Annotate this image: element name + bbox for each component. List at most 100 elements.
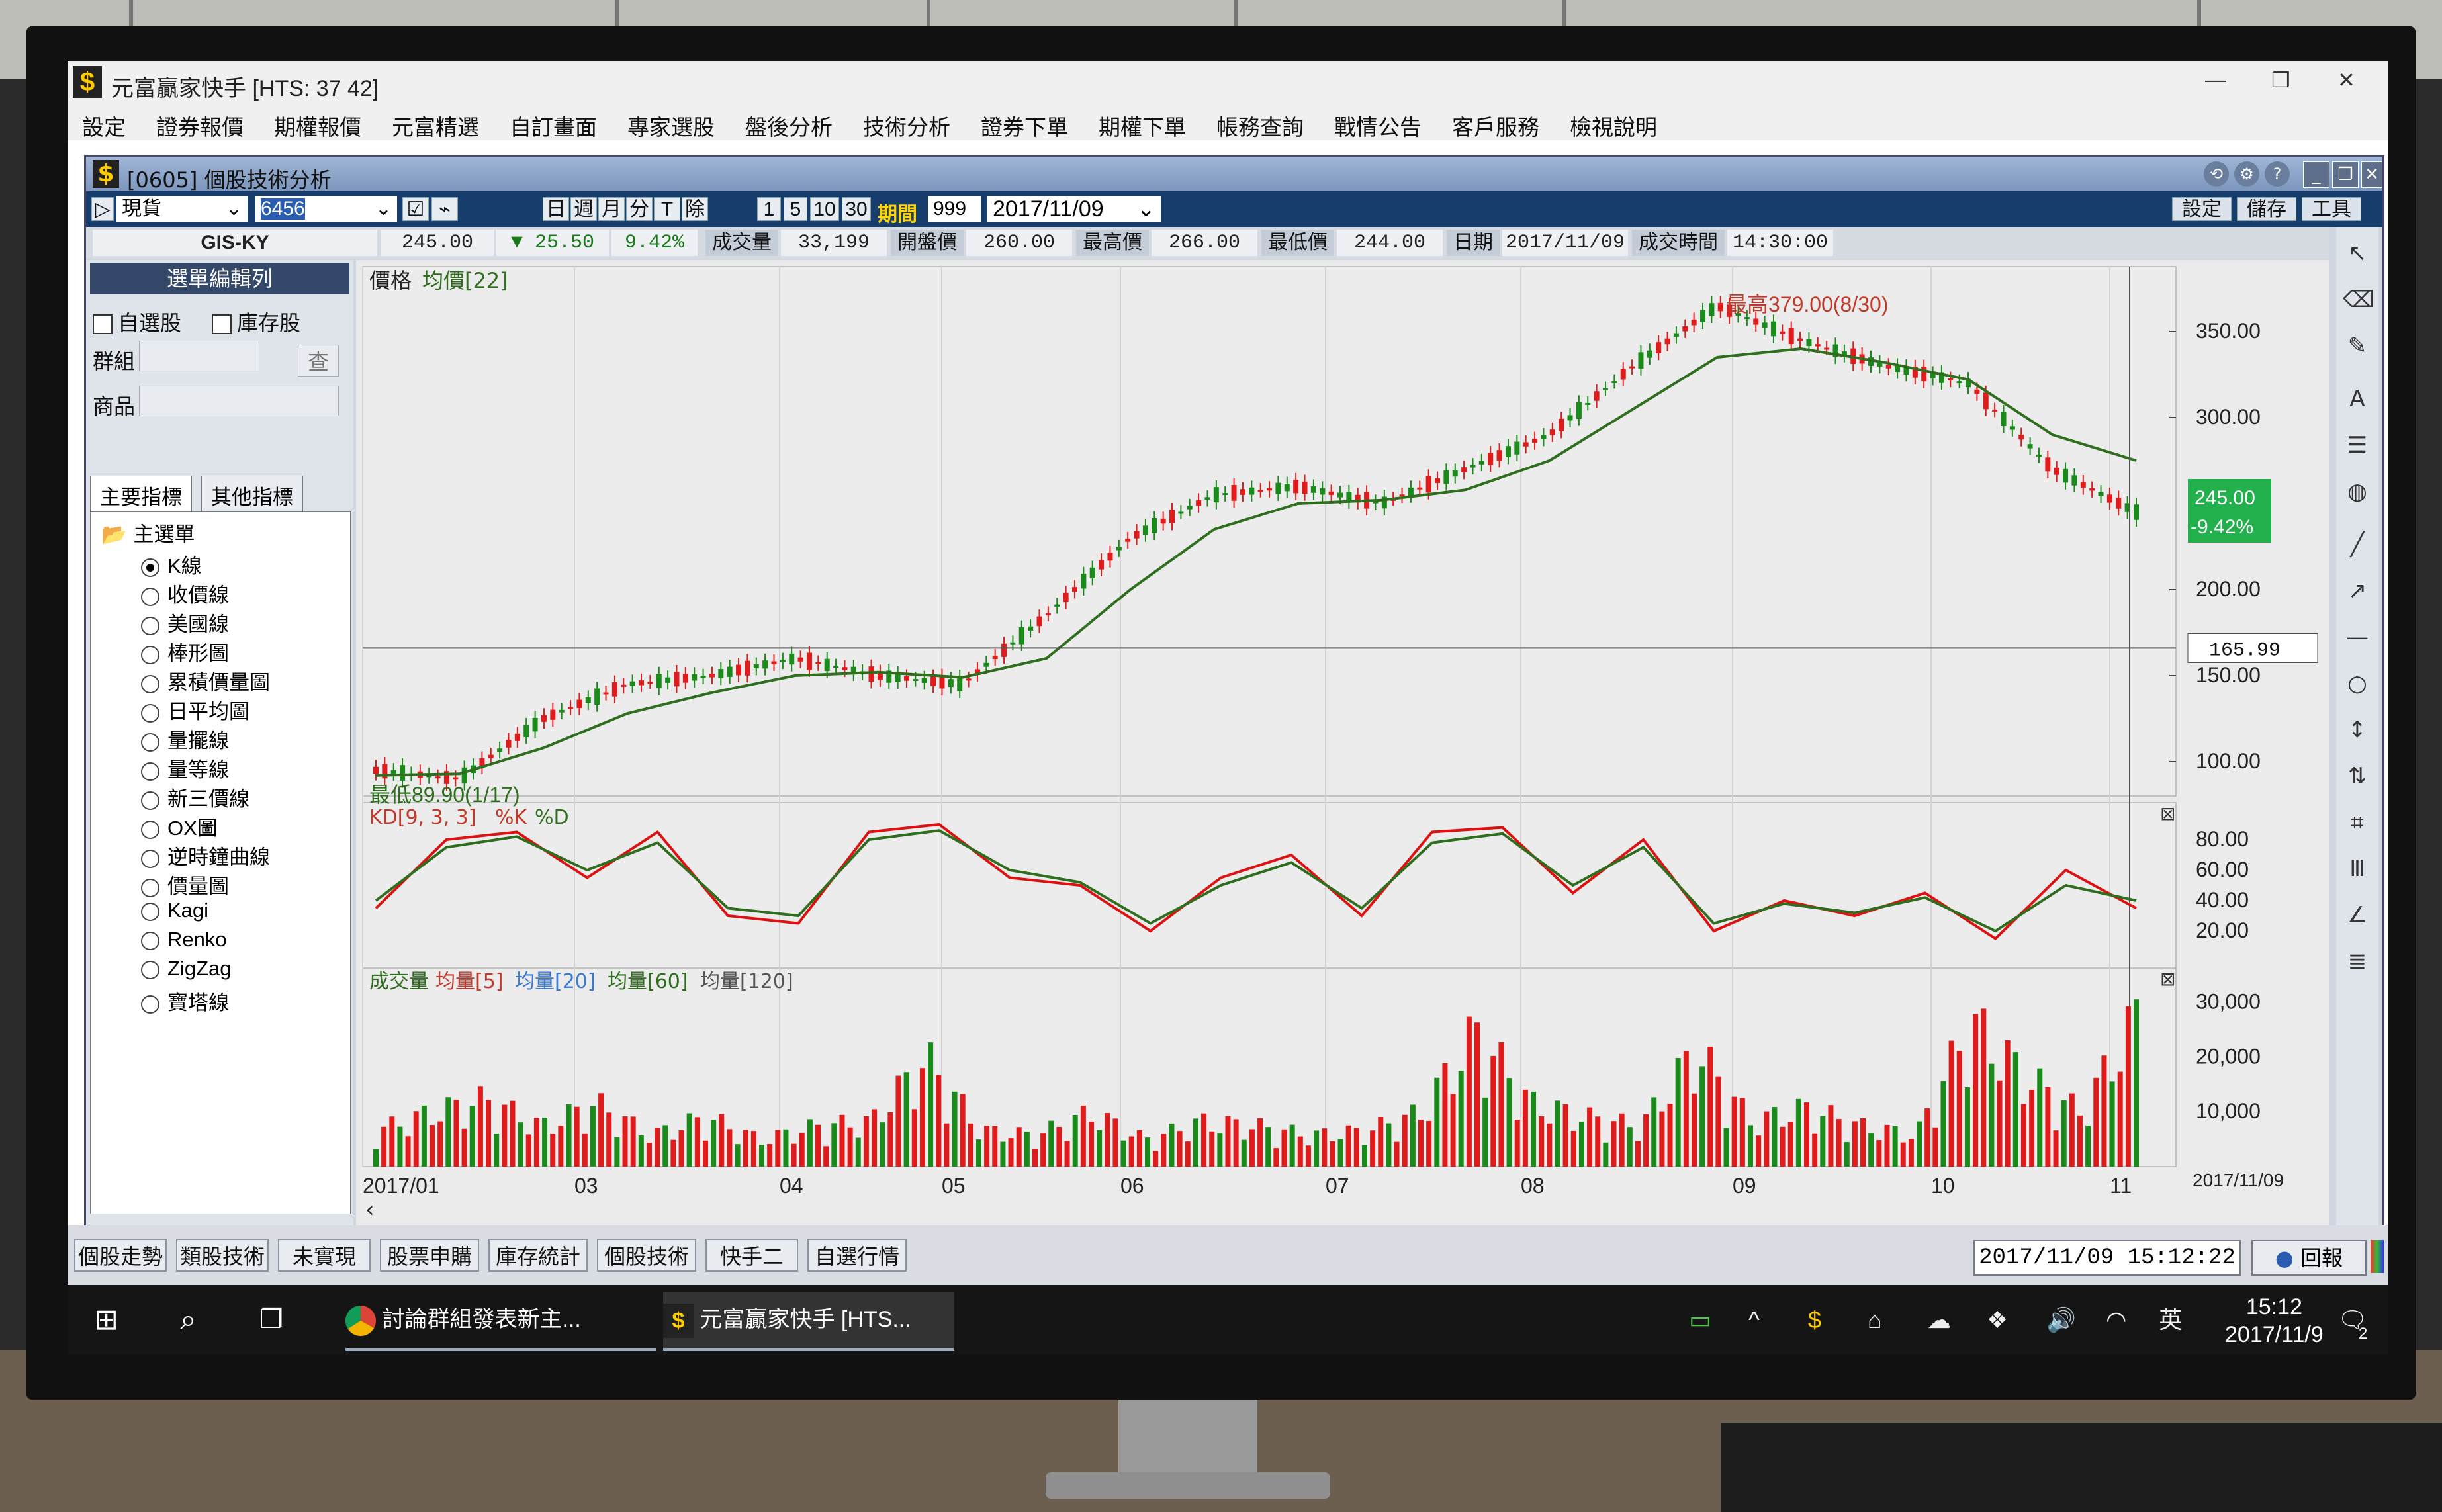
product-select[interactable] — [139, 386, 339, 416]
volume-icon[interactable]: 🔊 — [2046, 1285, 2076, 1355]
group-select[interactable] — [139, 341, 259, 371]
minute-30[interactable]: 30 — [842, 197, 871, 221]
indicator-option[interactable]: 收價線 — [141, 578, 229, 608]
hts-tray-icon[interactable]: $ — [1808, 1285, 1821, 1355]
pen-icon[interactable]: ✎ — [2343, 333, 2372, 359]
menu-item[interactable]: 檢視說明 — [1555, 103, 1673, 140]
bottom-tab[interactable]: 類股技術 — [176, 1239, 269, 1272]
child-close-button[interactable]: ✕ — [2361, 161, 2382, 188]
vline-tool-icon[interactable]: ↕ — [2343, 717, 2372, 743]
indicator-option[interactable]: Renko — [141, 928, 227, 952]
help-icon[interactable]: ? — [2265, 161, 2290, 187]
bottom-tab[interactable]: 庫存統計 — [488, 1239, 588, 1272]
arrows-tool-icon[interactable]: ⇅ — [2343, 763, 2372, 789]
period-day[interactable]: 日 — [543, 197, 569, 221]
period-tick[interactable]: T — [654, 197, 680, 221]
check-icon[interactable]: ☑ — [402, 197, 429, 221]
inventory-checkbox[interactable]: 庫存股 — [212, 306, 300, 337]
taskbar-clock[interactable]: 15:12 2017/11/9 — [2225, 1293, 2324, 1349]
ime-indicator[interactable]: 英 — [2159, 1285, 2183, 1355]
hline-tool-icon[interactable]: — — [2343, 624, 2372, 650]
symbol-input[interactable]: 6456 ⌄ — [255, 196, 397, 222]
text-tool-icon[interactable]: A — [2343, 386, 2372, 412]
minute-10[interactable]: 10 — [810, 197, 839, 221]
fib-tool-icon[interactable]: ≣ — [2343, 948, 2372, 975]
menu-item[interactable]: 期權報價 — [259, 103, 377, 140]
menu-item[interactable]: 技術分析 — [848, 103, 966, 140]
indicator-option[interactable]: 累積價量圖 — [141, 666, 270, 695]
horizontal-lines-icon[interactable]: ☰ — [2343, 432, 2372, 459]
watchlist-checkbox[interactable]: 自選股 — [93, 306, 181, 337]
line-tool-icon[interactable]: ╱ — [2343, 531, 2372, 558]
taskbar-hts[interactable]: $ 元富贏家快手 [HTS... — [663, 1292, 954, 1351]
onedrive-icon[interactable]: ☁ — [1927, 1285, 1951, 1355]
play-icon[interactable]: ▷ — [91, 197, 114, 221]
bottom-tab[interactable]: 未實現 — [278, 1239, 371, 1272]
dropbox-icon[interactable]: ❖ — [1987, 1285, 2008, 1355]
menu-item[interactable]: 證券報價 — [142, 103, 259, 140]
indicator-option[interactable]: 新三價線 — [141, 782, 249, 812]
eraser-icon[interactable]: ⌫ — [2343, 287, 2374, 313]
child-minimize-button[interactable]: _ — [2303, 161, 2329, 188]
bottom-tab[interactable]: 個股走勢 — [74, 1239, 167, 1272]
menu-item[interactable]: 元富精選 — [377, 103, 495, 140]
indicator-option[interactable]: 日平均圖 — [141, 695, 249, 725]
taskbar-chrome[interactable]: 討論群組發表新主... — [345, 1292, 656, 1351]
ray-tool-icon[interactable]: ↗ — [2343, 578, 2372, 604]
menu-item[interactable]: 客戶服務 — [1437, 103, 1555, 140]
query-button[interactable]: 查 — [298, 345, 339, 377]
bottom-tab[interactable]: 股票申購 — [380, 1239, 479, 1272]
menu-item[interactable]: 證券下單 — [966, 103, 1084, 140]
fill-icon[interactable]: ◍ — [2343, 478, 2372, 505]
period-minute[interactable]: 分 — [626, 197, 653, 221]
minimize-button[interactable]: — — [2205, 67, 2226, 92]
tray-expand-icon[interactable]: ^ — [1748, 1285, 1760, 1355]
indicator-option[interactable]: 量等線 — [141, 753, 229, 783]
grid-tool-icon[interactable]: ⌗ — [2343, 809, 2372, 836]
menu-item[interactable]: 期權下單 — [1084, 103, 1202, 140]
search-icon[interactable]: ⌕ — [180, 1292, 197, 1348]
indicator-option[interactable]: 美國線 — [141, 607, 229, 637]
settings-button[interactable]: 設定 — [2172, 197, 2232, 221]
circle-tool-icon[interactable]: ○ — [2343, 670, 2372, 697]
market-type-select[interactable]: 現貨 ⌄ — [116, 196, 248, 222]
report-button[interactable]: ● 回報 — [2251, 1240, 2367, 1276]
period-count-input[interactable]: 999 — [928, 196, 981, 222]
minute-1[interactable]: 1 — [757, 197, 781, 221]
period-month[interactable]: 月 — [598, 197, 625, 221]
indicator-option[interactable]: Kagi — [141, 899, 208, 922]
technical-chart[interactable]: 2017/01 03 04 05 06 07 08 09 10 11 2017/11/09 ‹ 350.… — [356, 260, 2329, 1226]
settings-icon[interactable]: ⚙ — [2234, 161, 2259, 187]
battery-icon[interactable]: ▭ — [1689, 1285, 1711, 1355]
period-week[interactable]: 週 — [570, 197, 597, 221]
save-button[interactable]: 儲存 — [2237, 197, 2296, 221]
menu-item[interactable]: 盤後分析 — [731, 103, 848, 140]
indicator-option[interactable]: 棒形圖 — [141, 637, 229, 666]
indicator-option[interactable]: OX圖 — [141, 811, 218, 841]
task-view-icon[interactable]: ❐ — [259, 1292, 283, 1348]
usb-icon[interactable]: ⌂ — [1868, 1285, 1882, 1355]
indicator-option[interactable]: 價量圖 — [141, 869, 229, 899]
menu-item[interactable]: 戰情公告 — [1320, 103, 1437, 140]
tools-button[interactable]: 工具 — [2302, 197, 2361, 221]
date-input[interactable]: 2017/11/09 ⌄ — [987, 196, 1161, 222]
menu-item[interactable]: 專家選股 — [613, 103, 731, 140]
chart-type-icon[interactable]: ⌁ — [431, 197, 458, 221]
menu-item[interactable]: 設定 — [68, 103, 142, 140]
close-button[interactable]: ✕ — [2337, 67, 2355, 93]
tree-root[interactable]: 📂 主選單 — [101, 517, 195, 547]
fan-tool-icon[interactable]: ∠ — [2343, 902, 2372, 928]
indicator-option[interactable]: 寶塔線 — [141, 986, 229, 1016]
period-exright[interactable]: 除 — [682, 197, 708, 221]
windows-start-icon[interactable]: ⊞ — [94, 1292, 118, 1348]
child-maximize-button[interactable]: ❐ — [2332, 161, 2359, 188]
link-icon[interactable]: ⟲ — [2204, 161, 2229, 187]
bars-tool-icon[interactable]: Ⅲ — [2343, 856, 2372, 882]
tab-other-indicators[interactable]: 其他指標 — [201, 476, 303, 515]
indicator-option[interactable]: 量擺線 — [141, 724, 229, 754]
minute-5[interactable]: 5 — [784, 197, 807, 221]
indicator-option[interactable]: ZigZag — [141, 957, 231, 981]
color-icon[interactable] — [2371, 1240, 2384, 1273]
indicator-option[interactable]: 逆時鐘曲線 — [141, 840, 270, 870]
chart-area[interactable]: 2017/01 03 04 05 06 07 08 09 10 11 2017/11/09 ‹ 350.… — [356, 260, 2329, 1226]
